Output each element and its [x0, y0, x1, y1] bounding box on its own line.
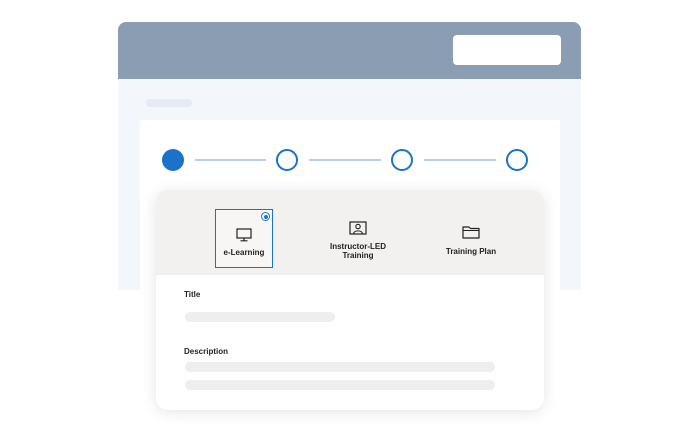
- step-4[interactable]: [506, 149, 528, 171]
- training-type-selector: e-Learning Instructor-LED Training Train…: [156, 190, 544, 275]
- header-button[interactable]: [453, 35, 561, 65]
- step-3[interactable]: [391, 149, 413, 171]
- training-type-card: e-Learning Instructor-LED Training Train…: [156, 190, 544, 410]
- step-2[interactable]: [276, 149, 298, 171]
- monitor-icon: [216, 228, 272, 244]
- folder-icon: [441, 225, 501, 241]
- option-e-learning[interactable]: e-Learning: [215, 209, 273, 268]
- option-label: e-Learning: [223, 248, 265, 257]
- title-label: Title: [184, 290, 201, 299]
- presenter-icon: [322, 221, 394, 238]
- breadcrumb: [146, 99, 192, 107]
- option-training-plan[interactable]: Training Plan: [441, 209, 501, 268]
- option-label: Instructor-LED Training: [330, 242, 386, 260]
- option-instructor-led-training[interactable]: Instructor-LED Training: [322, 209, 394, 268]
- option-label: Training Plan: [445, 247, 497, 256]
- description-field-line[interactable]: [185, 380, 495, 390]
- window-header: [118, 22, 581, 79]
- radio-selected-icon: [261, 212, 270, 221]
- step-1[interactable]: [162, 149, 184, 171]
- description-field-line[interactable]: [185, 362, 495, 372]
- title-field[interactable]: [185, 312, 335, 322]
- description-label: Description: [184, 347, 229, 356]
